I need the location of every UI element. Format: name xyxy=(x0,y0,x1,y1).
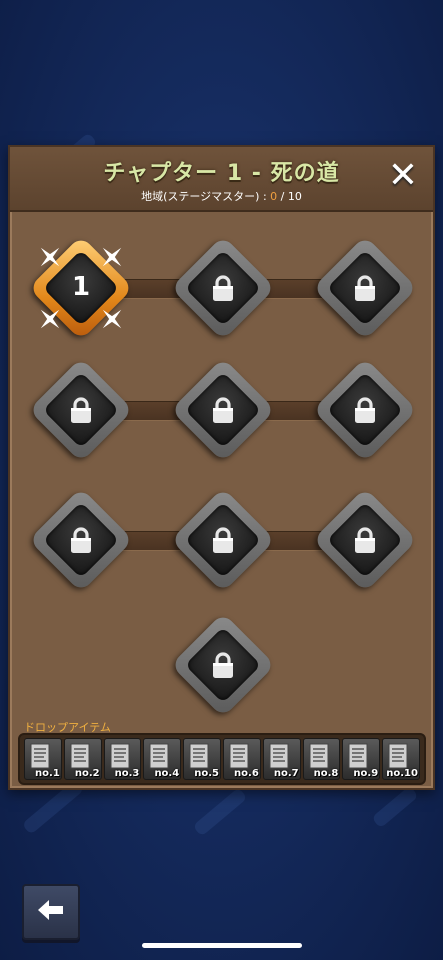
document-icon xyxy=(110,743,130,769)
lock-icon xyxy=(351,526,379,554)
document-icon xyxy=(70,743,90,769)
back-arrow-icon xyxy=(38,895,64,928)
stage-map: 1 xyxy=(10,147,433,788)
drop-item-10[interactable]: no.10 xyxy=(382,738,420,780)
stage-node-6[interactable] xyxy=(311,356,419,464)
document-icon xyxy=(229,743,249,769)
stage-node-5[interactable] xyxy=(169,356,277,464)
drop-item-label: no.2 xyxy=(74,768,100,779)
lock-icon xyxy=(67,396,95,424)
drop-item-label: no.10 xyxy=(386,768,418,779)
chapter-panel: チャプター 1 - 死の道 地域(ステージマスター) : 0 / 10 ✕ 1 … xyxy=(8,145,435,790)
drop-item-2[interactable]: no.2 xyxy=(63,738,102,780)
drop-item-3[interactable]: no.3 xyxy=(103,738,142,780)
drop-item-label: no.5 xyxy=(194,768,219,779)
stage-node-4[interactable] xyxy=(27,356,135,464)
sparkle-icon xyxy=(99,306,125,332)
home-indicator xyxy=(142,943,302,948)
lock-icon xyxy=(209,274,237,302)
drop-item-label: no.7 xyxy=(273,768,299,779)
document-icon xyxy=(388,743,408,769)
lock-icon xyxy=(351,396,379,424)
sparkle-icon xyxy=(99,244,125,270)
drop-item-label: no.8 xyxy=(313,768,339,779)
drop-item-8[interactable]: no.8 xyxy=(302,738,341,780)
document-icon xyxy=(149,743,169,769)
document-icon xyxy=(30,743,50,769)
background-decoration xyxy=(371,785,419,829)
drop-item-label: no.3 xyxy=(114,768,140,779)
lock-icon xyxy=(209,396,237,424)
stage-node-8[interactable] xyxy=(169,486,277,594)
drop-item-9[interactable]: no.9 xyxy=(342,738,381,780)
stage-node-3[interactable] xyxy=(311,234,419,342)
stage-number: 1 xyxy=(71,272,91,302)
drop-item-4[interactable]: no.4 xyxy=(143,738,182,780)
stage-node-1[interactable]: 1 xyxy=(27,234,135,342)
lock-icon xyxy=(67,526,95,554)
sparkle-icon xyxy=(37,244,63,270)
drop-item-5[interactable]: no.5 xyxy=(183,738,221,780)
background-decoration xyxy=(192,787,248,837)
document-icon xyxy=(269,743,289,769)
lock-icon xyxy=(351,274,379,302)
document-icon xyxy=(189,743,209,769)
stage-node-9[interactable] xyxy=(311,486,419,594)
drop-item-label: no.6 xyxy=(234,768,259,779)
drop-item-6[interactable]: no.6 xyxy=(222,738,261,780)
document-icon xyxy=(348,743,368,769)
drop-items-bar: no.1 no.2 no.3 no.4 no.5 no.6 no.7 no.8 no.9 no.1… xyxy=(18,733,426,785)
sparkle-icon xyxy=(37,306,63,332)
drop-item-7[interactable]: no.7 xyxy=(262,738,301,780)
back-button[interactable] xyxy=(22,884,80,940)
drop-item-label: no.4 xyxy=(154,768,180,779)
drop-item-label: no.9 xyxy=(353,768,379,779)
lock-icon xyxy=(209,651,237,679)
document-icon xyxy=(309,743,329,769)
stage-node-7[interactable] xyxy=(27,486,135,594)
drop-item-label: no.1 xyxy=(35,768,60,779)
stage-node-10[interactable] xyxy=(169,611,277,719)
lock-icon xyxy=(209,526,237,554)
drop-item-1[interactable]: no.1 xyxy=(24,738,62,780)
stage-node-2[interactable] xyxy=(169,234,277,342)
